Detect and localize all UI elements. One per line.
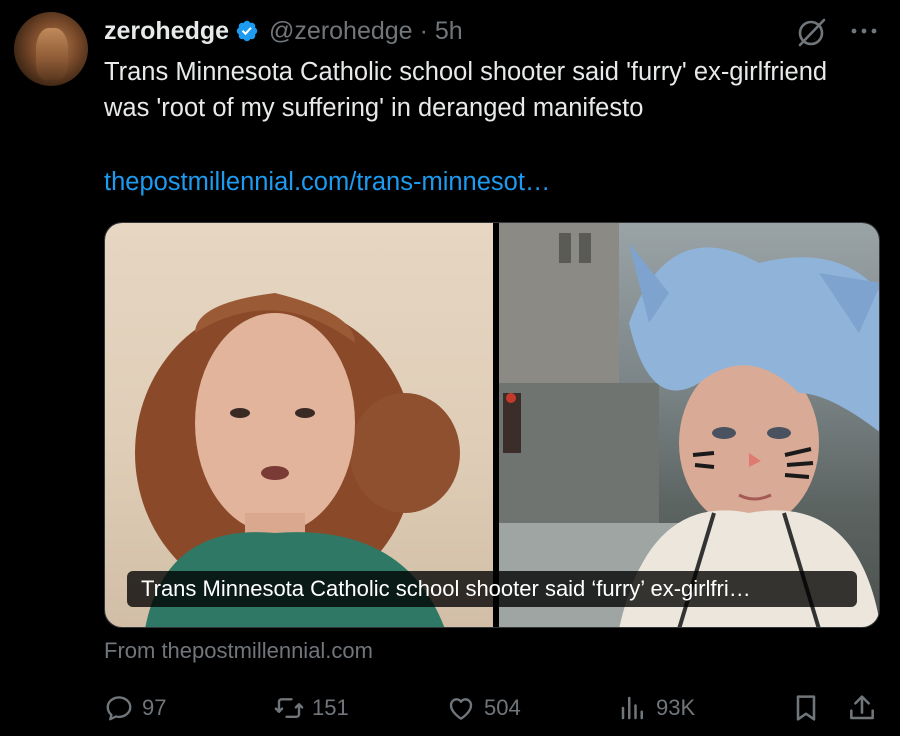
avatar[interactable] [14,12,88,86]
reply-icon [106,696,132,721]
author-name[interactable]: zerohedge [104,17,229,46]
like-count: 504 [484,695,521,720]
views-count: 93K [656,695,696,720]
views-button[interactable]: 93K [618,690,695,726]
repost-button[interactable]: 151 [274,690,349,726]
grok-icon[interactable] [796,16,828,48]
share-icon[interactable] [846,692,878,724]
verified-badge-icon [236,20,258,42]
action-bar: 97 151 504 93K [104,690,880,726]
like-icon [449,698,473,720]
header-separator: · [419,16,428,45]
link-card[interactable]: Trans Minnesota Catholic school shooter … [104,222,880,628]
reply-button[interactable]: 97 [104,690,166,726]
card-source[interactable]: From thepostmillennial.com [104,638,373,664]
card-caption: Trans Minnesota Catholic school shooter … [127,571,857,607]
repost-icon [274,698,304,718]
tweet-text: Trans Minnesota Catholic school shooter … [104,58,828,122]
tweet-header: zerohedge @zerohedge · 5h [104,14,463,48]
views-icon [621,696,643,720]
author-handle[interactable]: @zerohedge [269,17,413,46]
like-button[interactable]: 504 [446,690,521,726]
more-icon[interactable] [848,18,880,44]
card-photo-right [499,223,879,627]
timestamp[interactable]: 5h [435,17,463,46]
repost-count: 151 [312,695,349,720]
card-photo-left [105,223,493,627]
article-link[interactable]: thepostmillennial.com/trans-minnesot… [104,164,550,200]
reply-count: 97 [142,695,167,720]
bookmark-icon[interactable] [790,692,822,724]
